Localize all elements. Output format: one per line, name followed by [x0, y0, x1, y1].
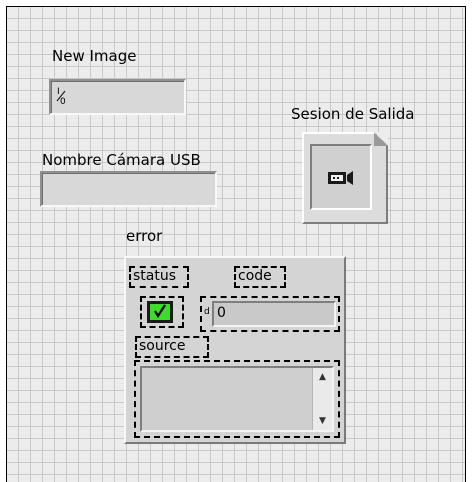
code-value: 0	[217, 305, 226, 321]
source-label-box: source	[135, 336, 209, 358]
session-fold	[374, 132, 388, 146]
code-label-box: code	[234, 266, 286, 288]
source-textarea[interactable]: ▲ ▼	[140, 366, 334, 432]
error-cluster-label: error	[126, 227, 163, 245]
error-cluster: status code d 0 source ▲ ▼	[124, 256, 346, 444]
svg-text:0: 0	[60, 97, 66, 107]
status-checkbox[interactable]	[147, 301, 173, 323]
svg-text:I: I	[57, 87, 60, 97]
camera-name-label: Nombre Cámara USB	[42, 151, 201, 169]
status-label: status	[131, 268, 179, 284]
source-textarea-box: ▲ ▼	[134, 360, 340, 438]
new-image-label: New Image	[52, 47, 137, 65]
status-label-box: status	[129, 266, 189, 288]
new-image-field[interactable]: I 0	[49, 79, 186, 115]
camera-name-field[interactable]	[40, 171, 217, 207]
scroll-up-icon[interactable]: ▲	[313, 368, 332, 386]
code-label: code	[236, 268, 274, 284]
status-indicator-box	[140, 296, 184, 328]
code-radix: d	[204, 307, 210, 317]
code-input[interactable]: 0	[212, 301, 336, 327]
camera-icon	[327, 170, 355, 190]
source-scrollbar[interactable]: ▲ ▼	[312, 368, 332, 430]
session-label: Sesion de Salida	[291, 105, 415, 123]
code-numeric-box: d 0	[200, 296, 340, 332]
check-icon	[153, 303, 167, 322]
front-panel: New Image I 0 Nombre Cámara USB Sesion d…	[6, 6, 466, 482]
path-glyph-icon: I 0	[56, 85, 68, 111]
session-control[interactable]	[302, 132, 388, 224]
source-label: source	[137, 338, 188, 354]
scroll-down-icon[interactable]: ▼	[313, 412, 332, 430]
session-inner	[310, 144, 372, 210]
